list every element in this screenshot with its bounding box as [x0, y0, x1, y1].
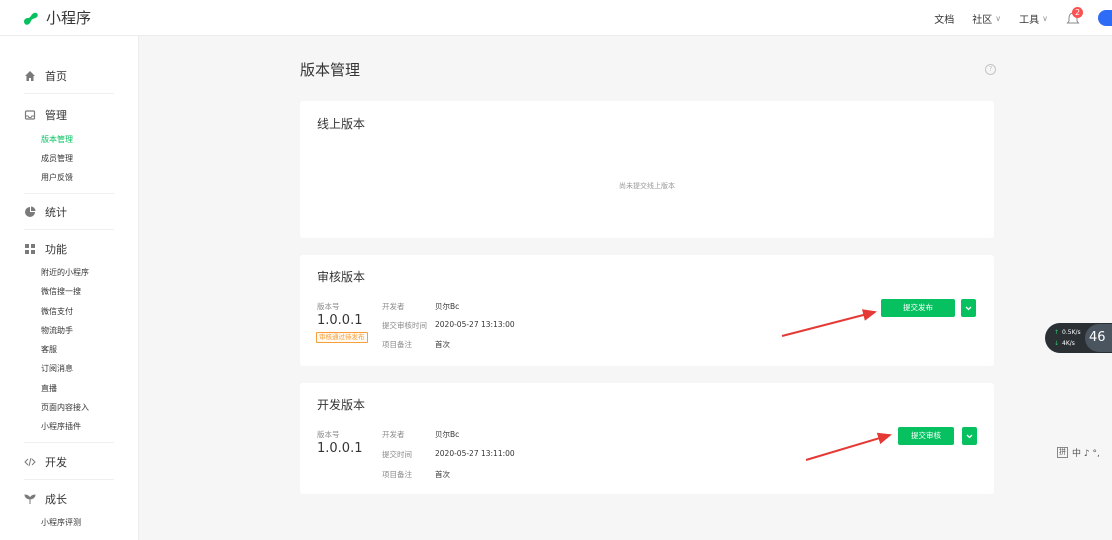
- help-icon[interactable]: ?: [985, 64, 996, 75]
- avatar[interactable]: [1098, 10, 1112, 26]
- nav-tools-label: 工具: [1019, 14, 1040, 26]
- chevron-down-icon: ∨: [995, 13, 1002, 23]
- sidebar-divider: [24, 229, 114, 230]
- sidebar-divider: [24, 93, 114, 94]
- sidebar-item-member-management[interactable]: 成员管理: [41, 153, 73, 164]
- submit-review-button[interactable]: 提交审核: [898, 427, 954, 445]
- sidebar-item-stats[interactable]: 统计: [24, 204, 67, 220]
- developer-value: 贝尔Bc: [435, 430, 460, 439]
- developer-label: 开发者: [382, 302, 405, 311]
- online-version-card: 线上版本 尚未提交线上版本: [300, 101, 994, 238]
- submit-time-value: 2020-05-27 13:13:00: [435, 320, 515, 329]
- development-version-card: 开发版本 版本号 1.0.0.1 开发者 贝尔Bc 提交时间 2020-05-2…: [300, 383, 994, 494]
- page-title: 版本管理: [300, 61, 361, 79]
- notification-badge: 2: [1072, 7, 1083, 18]
- chevron-down-icon: ∨: [1042, 13, 1048, 23]
- development-version-title: 开发版本: [317, 398, 366, 412]
- version-number-label: 版本号: [317, 302, 340, 311]
- review-version-card: 审核版本 版本号 1.0.0.1 审核通过待发布 开发者 贝尔Bc 提交审核时间…: [300, 255, 994, 366]
- ime-toolbar: 拼 中 ♪ °,: [1057, 446, 1104, 459]
- upload-speed-value: 0.5K/s: [1062, 329, 1081, 336]
- app-title: 小程序: [46, 9, 92, 27]
- sidebar-item-evaluation[interactable]: 小程序评测: [41, 517, 81, 528]
- submit-release-button[interactable]: 提交发布: [881, 299, 955, 317]
- version-number: 1.0.0.1: [317, 313, 363, 328]
- network-speed-widget[interactable]: ↑ 0.5K/s ↓ 4K/s 46: [1045, 323, 1112, 353]
- nav-community-label: 社区: [972, 14, 993, 26]
- nav-community[interactable]: 社区 ∨: [972, 11, 1001, 26]
- top-bar: 小程序 文档 社区 ∨ 工具 ∨ 2: [0, 0, 1112, 36]
- submit-time-value: 2020-05-27 13:11:00: [435, 449, 515, 458]
- remark-label: 项目备注: [382, 470, 412, 479]
- chevron-down-icon: [965, 306, 972, 311]
- sidebar-item-logistics[interactable]: 物流助手: [41, 325, 73, 336]
- sidebar: 首页 管理 版本管理 成员管理 用户反馈 统计 功能 附近的小程序 微信搜一搜 …: [0, 36, 139, 540]
- sidebar-item-customer-service[interactable]: 客服: [41, 344, 57, 355]
- sidebar-item-wechat-search[interactable]: 微信搜一搜: [41, 286, 81, 297]
- sidebar-item-home[interactable]: 首页: [24, 68, 67, 84]
- remark-value: 首次: [435, 470, 450, 479]
- review-version-title: 审核版本: [317, 270, 366, 284]
- home-icon: [25, 71, 35, 81]
- manage-icon: [24, 110, 36, 120]
- top-nav: 文档 社区 ∨ 工具 ∨ 2: [934, 0, 1112, 36]
- online-version-title: 线上版本: [317, 117, 366, 131]
- sidebar-item-growth[interactable]: 成长: [24, 491, 67, 507]
- sidebar-item-user-feedback[interactable]: 用户反馈: [41, 172, 73, 183]
- grid-icon: [25, 244, 35, 254]
- ime-pinyin-indicator[interactable]: 拼: [1057, 447, 1068, 458]
- sidebar-divider: [24, 193, 114, 194]
- code-icon: [24, 457, 36, 467]
- sidebar-item-nearby[interactable]: 附近的小程序: [41, 267, 89, 278]
- chevron-down-icon: [966, 434, 973, 439]
- sidebar-item-live[interactable]: 直播: [41, 383, 57, 394]
- sidebar-item-features[interactable]: 功能: [24, 241, 67, 257]
- sidebar-item-wechat-pay[interactable]: 微信支付: [41, 306, 73, 317]
- nav-docs[interactable]: 文档: [934, 11, 954, 26]
- review-dropdown-button[interactable]: [962, 427, 977, 445]
- status-badge: 审核通过待发布: [316, 332, 368, 343]
- pie-chart-icon: [25, 206, 36, 217]
- logo[interactable]: 小程序: [22, 7, 91, 28]
- remark-label: 项目备注: [382, 340, 412, 349]
- sidebar-item-label: 首页: [45, 70, 67, 83]
- sidebar-item-plugins[interactable]: 小程序插件: [41, 421, 81, 432]
- download-arrow-icon: ↓: [1054, 340, 1060, 347]
- sidebar-item-label: 功能: [45, 243, 67, 256]
- submit-time-label: 提交审核时间: [382, 321, 427, 330]
- ime-status-chars[interactable]: 中 ♪ °,: [1072, 446, 1100, 459]
- sidebar-item-manage[interactable]: 管理: [24, 107, 67, 123]
- usage-percent: 46: [1085, 324, 1112, 352]
- developer-label: 开发者: [382, 430, 405, 439]
- sidebar-item-label: 管理: [45, 109, 67, 122]
- sidebar-item-page-content[interactable]: 页面内容接入: [41, 402, 89, 413]
- mini-program-logo-icon: [24, 12, 38, 25]
- sidebar-divider: [24, 479, 114, 480]
- sidebar-divider: [24, 442, 114, 443]
- remark-value: 首次: [435, 340, 450, 349]
- sprout-icon: [24, 494, 36, 504]
- sidebar-item-label: 开发: [45, 456, 67, 469]
- online-version-empty-text: 尚未提交线上版本: [619, 182, 675, 190]
- nav-tools[interactable]: 工具 ∨: [1019, 11, 1048, 26]
- download-speed: ↓ 4K/s: [1054, 340, 1075, 347]
- download-speed-value: 4K/s: [1062, 340, 1075, 347]
- version-number-label: 版本号: [317, 430, 340, 439]
- release-dropdown-button[interactable]: [961, 299, 976, 317]
- sidebar-item-dev[interactable]: 开发: [24, 454, 67, 470]
- developer-value: 贝尔Bc: [435, 302, 460, 311]
- sidebar-item-label: 统计: [45, 206, 67, 219]
- upload-speed: ↑ 0.5K/s: [1054, 329, 1081, 336]
- notification-button[interactable]: 2: [1066, 7, 1083, 26]
- sidebar-item-subscribe-message[interactable]: 订阅消息: [41, 363, 73, 374]
- submit-time-label: 提交时间: [382, 450, 412, 459]
- version-number: 1.0.0.1: [317, 441, 363, 456]
- sidebar-item-label: 成长: [45, 493, 67, 506]
- upload-arrow-icon: ↑: [1054, 329, 1060, 336]
- sidebar-item-version-management[interactable]: 版本管理: [41, 134, 73, 145]
